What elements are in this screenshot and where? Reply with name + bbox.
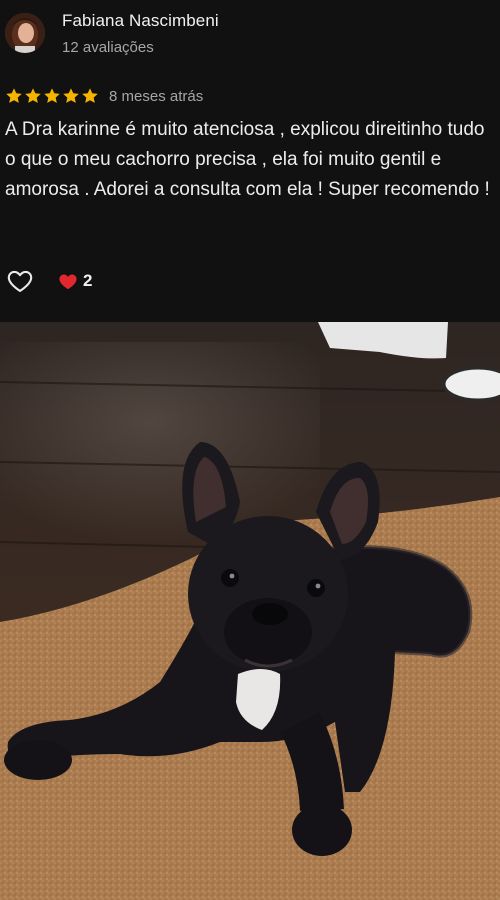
review-header: Fabiana Nascimbeni 12 avaliações bbox=[0, 0, 500, 70]
star-icon bbox=[82, 88, 98, 103]
review-actions: 2 bbox=[6, 266, 92, 296]
reviewer-name[interactable]: Fabiana Nascimbeni bbox=[62, 11, 219, 31]
red-heart-icon bbox=[59, 274, 77, 290]
review-photo[interactable] bbox=[0, 322, 500, 900]
review-text: A Dra karinne é muito atenciosa , explic… bbox=[5, 119, 490, 200]
reviewer-avatar[interactable] bbox=[5, 13, 45, 53]
heart-outline-icon[interactable] bbox=[6, 267, 34, 295]
reaction-count: 2 bbox=[83, 271, 93, 290]
reaction-summary[interactable]: 2 bbox=[58, 271, 92, 291]
star-icon bbox=[25, 88, 41, 103]
star-icon bbox=[44, 88, 60, 103]
rating-row: 8 meses atrás bbox=[5, 85, 203, 107]
reviewer-review-count: 12 avaliações bbox=[62, 39, 154, 56]
star-icon bbox=[63, 88, 79, 103]
star-icon bbox=[6, 88, 22, 103]
star-rating bbox=[5, 87, 99, 105]
review-time-ago: 8 meses atrás bbox=[109, 87, 204, 105]
avatar-image bbox=[5, 13, 45, 53]
